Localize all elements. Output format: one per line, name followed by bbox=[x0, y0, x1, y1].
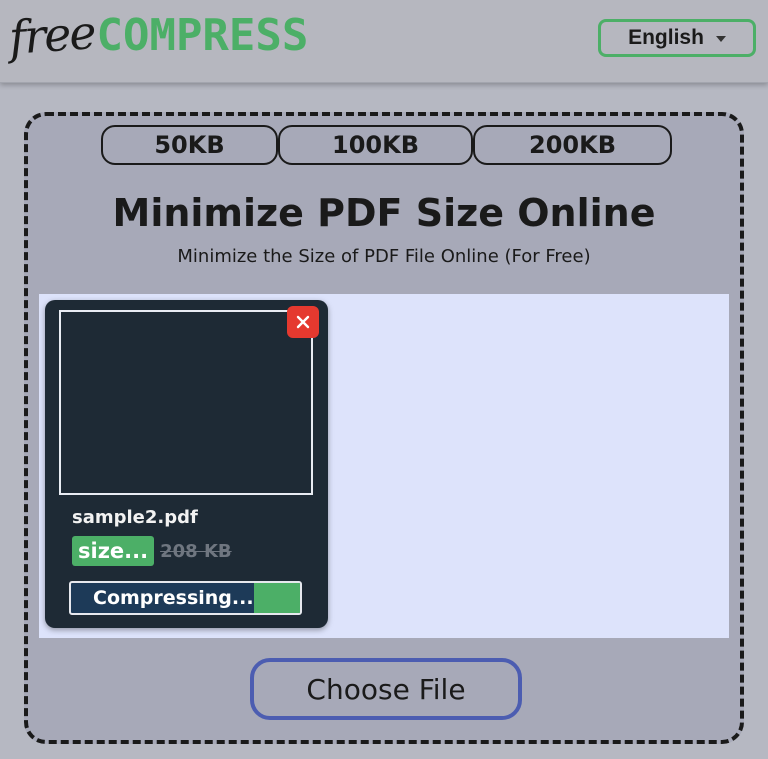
logo[interactable]: free COMPRESS bbox=[7, 5, 309, 68]
compress-card: 50KB 100KB 200KB Minimize PDF Size Onlin… bbox=[24, 112, 744, 744]
file-dropzone[interactable]: sample2.pdf size... 208 KB Compressing..… bbox=[39, 294, 729, 638]
size-tab-200kb[interactable]: 200KB bbox=[473, 125, 672, 165]
close-icon bbox=[296, 315, 310, 329]
compress-progress-bar: Compressing... bbox=[69, 581, 302, 615]
size-tabs: 50KB 100KB 200KB bbox=[101, 125, 672, 165]
progress-fill bbox=[254, 583, 300, 613]
caret-down-icon bbox=[715, 36, 726, 42]
file-name: sample2.pdf bbox=[72, 507, 198, 528]
logo-compress-text: COMPRESS bbox=[96, 10, 309, 61]
page-title: Minimize PDF Size Online bbox=[112, 191, 656, 235]
file-card: sample2.pdf size... 208 KB Compressing..… bbox=[45, 300, 328, 628]
language-select[interactable]: English bbox=[598, 19, 756, 57]
compressed-size-badge: size... bbox=[72, 536, 155, 566]
original-size: 208 KB bbox=[160, 540, 232, 562]
logo-free-text: free bbox=[7, 5, 97, 65]
page-subtitle: Minimize the Size of PDF File Online (Fo… bbox=[177, 246, 591, 267]
language-select-value: English bbox=[628, 26, 704, 49]
file-size-row: size... 208 KB bbox=[72, 536, 232, 566]
size-tab-50kb[interactable]: 50KB bbox=[101, 125, 278, 165]
header: free COMPRESS English bbox=[0, 0, 768, 83]
file-preview bbox=[59, 310, 313, 495]
progress-status: Compressing... bbox=[93, 587, 254, 609]
choose-file-button[interactable]: Choose File bbox=[250, 658, 522, 720]
remove-file-button[interactable] bbox=[287, 306, 319, 338]
size-tab-100kb[interactable]: 100KB bbox=[278, 125, 473, 165]
